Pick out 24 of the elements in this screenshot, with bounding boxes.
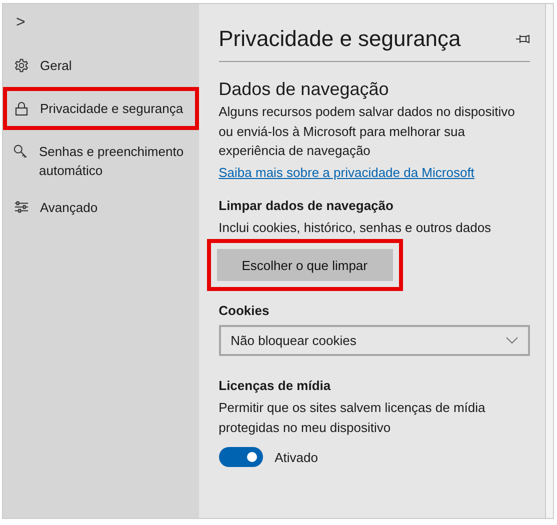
gear-icon bbox=[14, 58, 28, 73]
privacy-link[interactable]: Saiba mais sobre a privacidade da Microsoft bbox=[218, 164, 474, 180]
subsection-description: Permitir que os sites salvem licenças de mídia protegidas no meu dispositivo bbox=[218, 399, 486, 437]
cookies-dropdown[interactable]: Não bloquear cookies bbox=[218, 325, 530, 356]
section-description: Alguns recursos podem salvar dados no dispositivo ou enviá-los à Microsoft para melhorar sua experiência de navegação bbox=[218, 103, 516, 160]
chevron-down-icon bbox=[506, 337, 518, 344]
subsection-description: Inclui cookies, histórico, senhas e outros dados bbox=[218, 218, 492, 236]
subsection-heading: Limpar dados de navegação bbox=[218, 196, 394, 215]
sidebar-item[interactable]: Privacidade e segurança bbox=[3, 87, 199, 130]
toggle-switch[interactable] bbox=[218, 447, 263, 467]
sliders-icon bbox=[14, 200, 28, 214]
sidebar-item[interactable]: Avançado bbox=[3, 192, 199, 223]
toggle-label: Ativado bbox=[274, 450, 318, 464]
panel-title: Privacidade e segurança bbox=[218, 26, 461, 52]
section-heading: Dados de navegação bbox=[218, 79, 390, 100]
pin-icon[interactable] bbox=[516, 34, 530, 44]
field-label: Cookies bbox=[218, 302, 270, 320]
clear-data-button[interactable]: Escolher o que limpar bbox=[216, 249, 393, 281]
subsection-heading: Licenças de mídia bbox=[218, 377, 332, 395]
expand-glyph[interactable]: > bbox=[16, 14, 26, 32]
sidebar-item[interactable]: Geral bbox=[3, 50, 199, 81]
key-icon bbox=[13, 144, 28, 159]
lock-icon bbox=[14, 101, 28, 116]
sidebar-item[interactable]: Senhas e preenchimento automático bbox=[3, 136, 199, 186]
